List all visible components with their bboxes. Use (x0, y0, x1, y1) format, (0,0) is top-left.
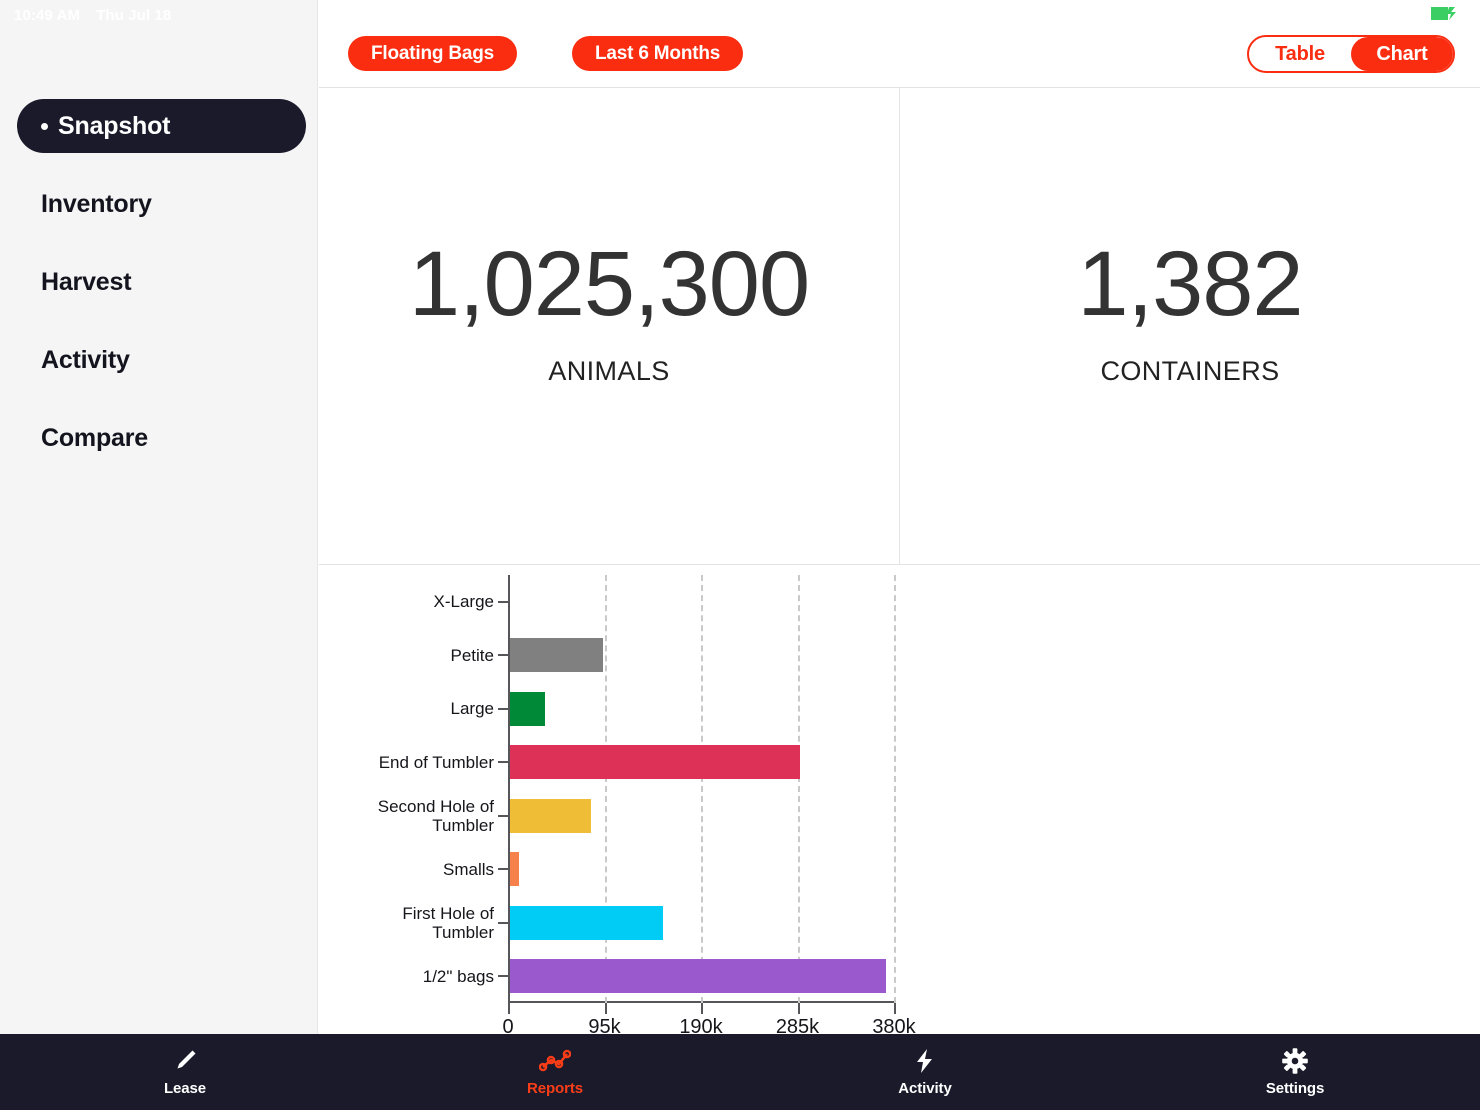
tab-label: Lease (163, 1079, 207, 1097)
y-tick-label: Second Hole of Tumbler (377, 796, 494, 835)
x-tick-mark (701, 1003, 703, 1014)
tab-settings[interactable]: Settings (1110, 1034, 1480, 1110)
bar-rows: X-Large Petite Large End of Tumbler Second H… (378, 575, 894, 1004)
bar[interactable] (510, 745, 800, 780)
kpi-label: CONTAINERS (1100, 356, 1280, 386)
top-toolbar: Floating Bags Last 6 Months Table Chart (319, 0, 1480, 87)
bar-row: Second Hole of Tumbler (378, 789, 894, 843)
bar[interactable] (510, 852, 520, 887)
y-tick-mark (498, 868, 510, 871)
sidebar-item-harvest[interactable]: Harvest (17, 255, 306, 309)
kpi-summary-row: 1,025,300 ANIMALS 1,382 CONTAINERS (319, 87, 1480, 565)
tab-activity[interactable]: Activity (740, 1034, 1110, 1110)
active-dot-icon (41, 122, 48, 130)
chart-panel: X-Large Petite Large End of Tumbler Second H… (319, 566, 1480, 1038)
bar-row: End of Tumbler (379, 736, 894, 790)
tab-lease[interactable]: Lease (0, 1034, 370, 1110)
tab-label: Activity (898, 1079, 952, 1097)
sidebar-item-label: Activity (41, 345, 130, 374)
kpi-value: 1,025,300 (408, 233, 810, 335)
pencil-icon (172, 1048, 198, 1074)
y-tick-label: Petite (450, 645, 494, 665)
sidebar-item-label: Compare (41, 423, 148, 452)
y-tick-label: X-Large (433, 592, 494, 612)
x-tick-mark (508, 1003, 510, 1014)
sidebar-item-label: Inventory (41, 189, 152, 218)
tab-label: Settings (1265, 1079, 1325, 1097)
y-tick-mark (498, 921, 510, 924)
y-tick-mark (498, 654, 510, 657)
bar[interactable] (510, 638, 604, 673)
sidebar: 10:49 AM Thu Jul 18 Snapshot Inventory H… (0, 0, 318, 1034)
y-tick-mark (498, 761, 510, 764)
gear-icon (1282, 1047, 1308, 1074)
sidebar-item-snapshot[interactable]: Snapshot (17, 99, 306, 153)
kpi-card-containers: 1,382 CONTAINERS (899, 88, 1480, 564)
line-chart-icon (539, 1048, 571, 1074)
sidebar-item-activity[interactable]: Activity (17, 333, 306, 387)
bar-row: 1/2" bags (423, 950, 894, 1004)
tab-table[interactable]: Table (1249, 37, 1351, 71)
app-root: 10:49 AM Thu Jul 18 Snapshot Inventory H… (0, 0, 1480, 1110)
kpi-label: ANIMALS (548, 356, 670, 386)
sidebar-item-inventory[interactable]: Inventory (17, 177, 306, 231)
bar-row: First Hole of Tumbler (402, 896, 894, 950)
bar-row: Large (451, 682, 894, 736)
battery-charging-icon (1431, 7, 1456, 20)
bar-row: Petite (451, 629, 894, 683)
x-tick-mark (797, 1003, 800, 1014)
lightning-bolt-icon (915, 1048, 935, 1074)
x-tick-mark (894, 1003, 896, 1014)
kpi-value: 1,382 (1077, 233, 1303, 335)
y-tick-label: 1/2" bags (422, 966, 494, 986)
view-mode-toggle[interactable]: Table Chart (1247, 35, 1455, 73)
y-tick-mark (498, 975, 510, 978)
sidebar-item-compare[interactable]: Compare (17, 411, 306, 465)
status-date: Thu Jul 18 (96, 6, 172, 24)
bar[interactable] (510, 691, 546, 726)
tab-label: Reports (527, 1079, 583, 1097)
y-tick-label: Large (450, 699, 494, 719)
plot-area: X-Large Petite Large End of Tumbler Second H… (378, 575, 916, 1038)
bar-row: Smalls (443, 843, 894, 897)
status-bar: 10:49 AM Thu Jul 18 (14, 4, 314, 26)
bar[interactable] (510, 798, 592, 833)
sidebar-nav: Snapshot Inventory Harvest Activity Comp… (0, 99, 318, 489)
y-tick-mark (498, 600, 510, 603)
bar-chart: X-Large Petite Large End of Tumbler Second H… (319, 566, 916, 1038)
filter-button-product[interactable]: Floating Bags (348, 36, 518, 71)
tab-reports[interactable]: Reports (370, 1034, 740, 1110)
bottom-tab-bar: Lease Reports Activity Settings (0, 1034, 1480, 1110)
filter-button-date-range[interactable]: Last 6 Months (572, 36, 744, 71)
gridline (894, 575, 896, 1003)
tab-chart[interactable]: Chart (1351, 37, 1453, 71)
y-tick-mark (498, 707, 510, 710)
sidebar-item-label: Harvest (41, 267, 132, 296)
bar[interactable] (510, 905, 664, 940)
y-tick-mark (498, 814, 510, 817)
y-tick-label: End of Tumbler (378, 752, 494, 772)
bar-row: X-Large (434, 575, 894, 629)
bar[interactable] (510, 959, 886, 994)
kpi-card-animals: 1,025,300 ANIMALS (319, 88, 899, 564)
sidebar-item-label: Snapshot (58, 111, 171, 140)
y-tick-label: Smalls (442, 859, 494, 879)
status-time: 10:49 AM (14, 6, 81, 24)
x-tick-mark (604, 1003, 607, 1014)
y-tick-label: First Hole of Tumbler (402, 903, 494, 942)
